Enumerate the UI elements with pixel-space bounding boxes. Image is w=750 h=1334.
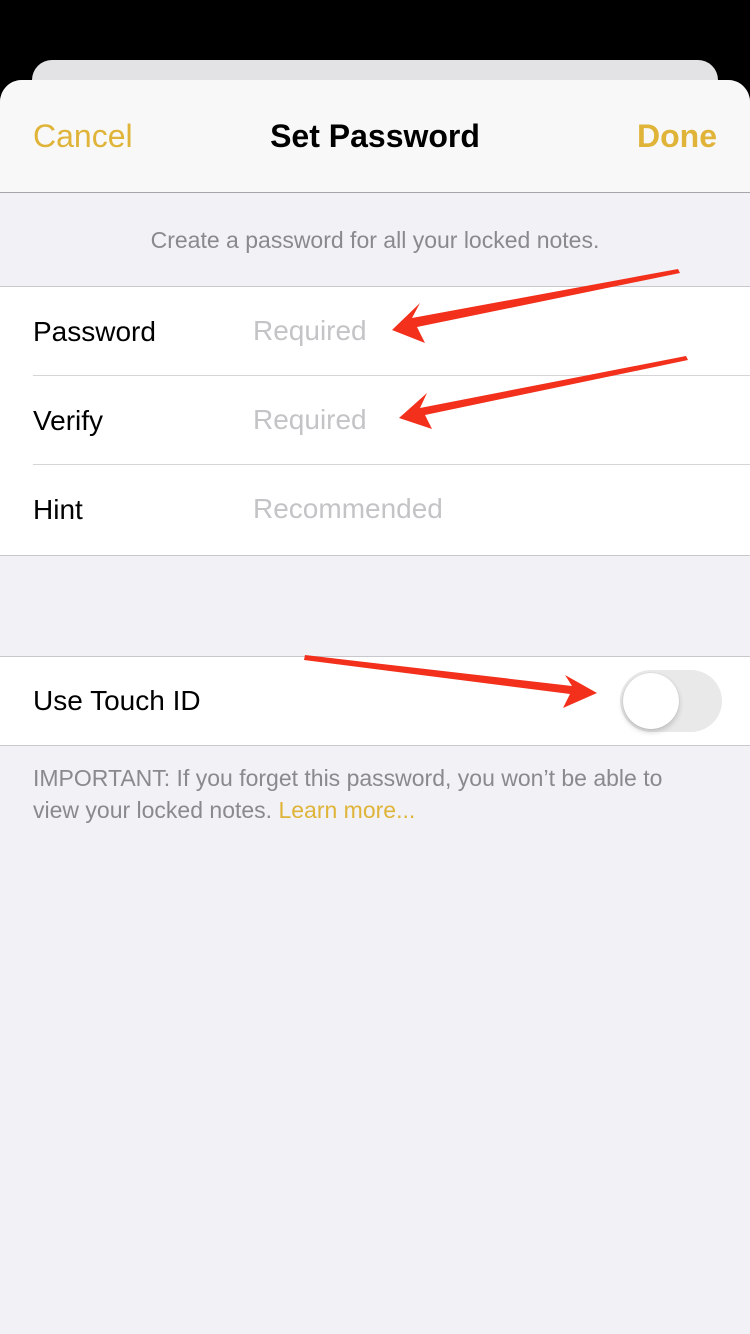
touch-id-toggle[interactable] xyxy=(620,670,722,732)
verify-input[interactable] xyxy=(250,398,713,442)
password-input[interactable] xyxy=(250,309,713,353)
section-description: Create a password for all your locked no… xyxy=(150,227,600,253)
password-label: Password xyxy=(33,316,156,347)
hint-row: Hint xyxy=(0,465,750,554)
hint-label: Hint xyxy=(33,494,83,525)
verify-row: Verify xyxy=(0,376,750,465)
verify-label: Verify xyxy=(33,405,104,436)
important-footer-note: IMPORTANT: If you forget this password, … xyxy=(33,762,710,826)
navigation-bar: Cancel Set Password Done xyxy=(0,80,750,193)
touch-id-label: Use Touch ID xyxy=(33,685,201,716)
hint-input[interactable] xyxy=(250,487,713,531)
password-fields-group: Password Verify Hint xyxy=(0,286,750,556)
touch-id-row: Use Touch ID xyxy=(0,657,750,745)
set-password-sheet: Cancel Set Password Done Create a passwo… xyxy=(0,80,750,1334)
done-button[interactable]: Done xyxy=(637,116,717,156)
learn-more-link[interactable]: Learn more... xyxy=(278,797,415,823)
touch-id-group: Use Touch ID xyxy=(0,656,750,746)
toggle-knob xyxy=(623,673,679,729)
password-row: Password xyxy=(0,287,750,376)
